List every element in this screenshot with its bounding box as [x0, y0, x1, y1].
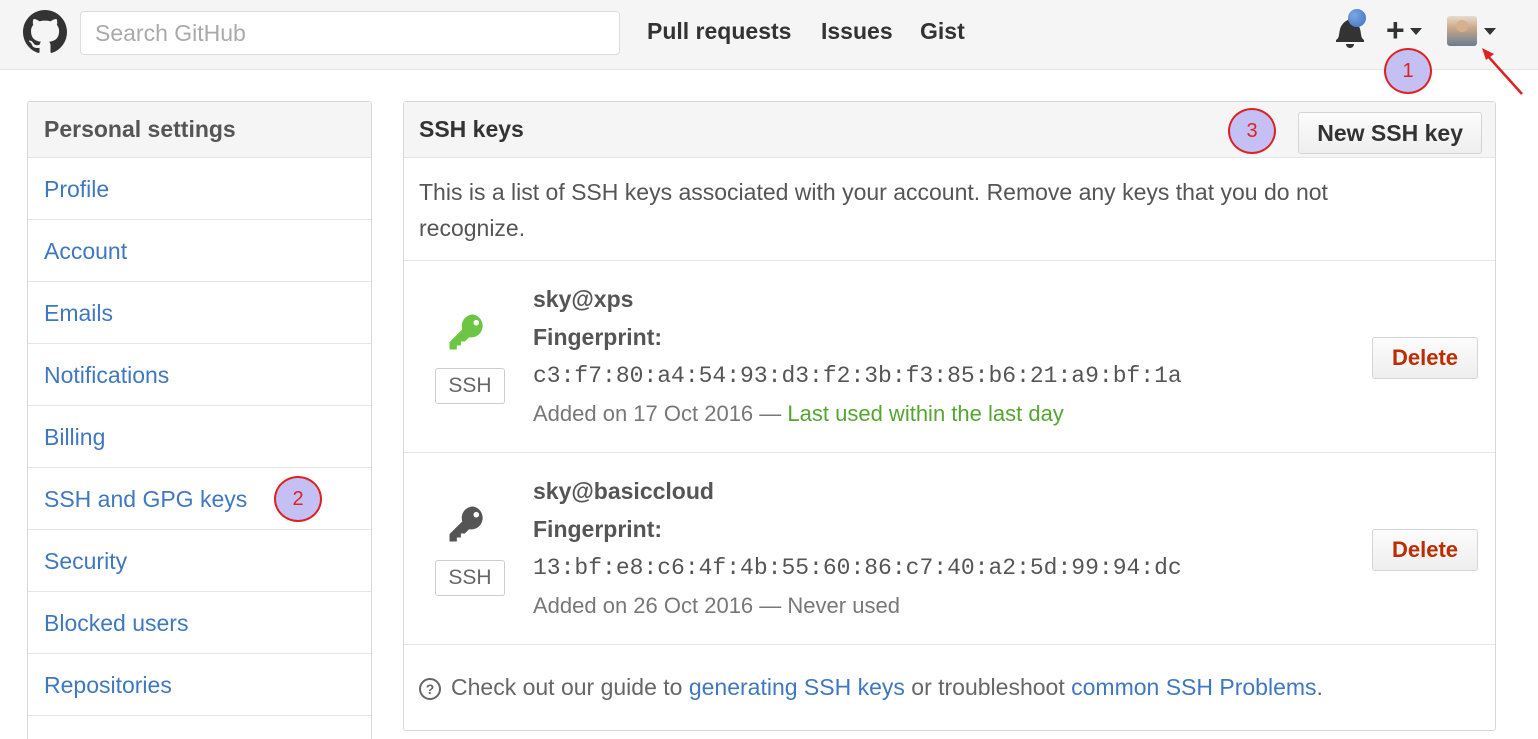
- added-date: Added on 26 Oct 2016 —: [533, 593, 782, 618]
- fingerprint-label: Fingerprint:: [533, 324, 663, 350]
- fingerprint-value: c3:f7:80:a4:54:93:d3:f2:3b:f3:85:b6:21:a…: [533, 363, 1182, 389]
- help-text: or troubleshoot: [911, 674, 1065, 700]
- sidebar-item-label: Emails: [44, 300, 114, 326]
- sidebar-item-security[interactable]: Security: [28, 530, 371, 592]
- delete-key-button[interactable]: Delete: [1372, 337, 1478, 379]
- key-meta: Added on 26 Oct 2016 — Never used: [533, 593, 900, 619]
- ssh-key-row: SSH sky@xps Fingerprint: c3:f7:80:a4:54:…: [404, 261, 1495, 451]
- annotation-callout: 3: [1228, 108, 1276, 154]
- generating-ssh-keys-link[interactable]: generating SSH keys: [689, 674, 905, 700]
- fingerprint-value: 13:bf:e8:c6:4f:4b:55:60:86:c7:40:a2:5d:9…: [533, 555, 1182, 581]
- key-title: sky@basiccloud: [533, 478, 714, 504]
- help-note: ? Check out our guide to generating SSH k…: [419, 674, 1323, 701]
- sidebar-item-label: Security: [44, 548, 128, 574]
- sidebar-item-profile[interactable]: Profile: [28, 158, 371, 220]
- annotation-arrow: [1482, 48, 1523, 95]
- chevron-down-icon[interactable]: [1410, 28, 1422, 35]
- help-text: Check out our guide to: [451, 674, 683, 700]
- avatar[interactable]: [1447, 16, 1477, 46]
- sidebar-item-label: Billing: [44, 424, 106, 450]
- sidebar-item-notifications[interactable]: Notifications: [28, 344, 371, 406]
- new-ssh-key-button[interactable]: New SSH key: [1298, 112, 1482, 154]
- question-icon: ?: [419, 677, 441, 700]
- ssh-badge: SSH: [435, 368, 505, 404]
- sidebar-item-label: Notifications: [44, 362, 170, 388]
- divider: [404, 644, 1495, 645]
- chevron-down-icon[interactable]: [1484, 28, 1496, 35]
- settings-sidebar: Personal settings Profile Account Emails…: [27, 101, 372, 739]
- nav-gist[interactable]: Gist: [920, 18, 965, 45]
- sidebar-item-blocked-users[interactable]: Blocked users: [28, 592, 371, 654]
- nav-issues[interactable]: Issues: [821, 18, 893, 45]
- key-icon: [449, 314, 483, 350]
- sidebar-item-label: Repositories: [44, 672, 172, 698]
- sidebar-item-label: SSH and GPG keys: [44, 486, 248, 512]
- annotation-callout: 2: [274, 476, 322, 522]
- sidebar-item-label: Profile: [44, 176, 110, 202]
- nav-pull-requests[interactable]: Pull requests: [647, 18, 791, 45]
- github-logo-icon[interactable]: [23, 10, 67, 54]
- search-input[interactable]: [80, 11, 620, 55]
- key-meta: Added on 17 Oct 2016 — Last used within …: [533, 401, 1064, 427]
- common-ssh-problems-link[interactable]: common SSH Problems: [1071, 674, 1316, 700]
- ssh-keys-panel: SSH keys New SSH key This is a list of S…: [403, 101, 1496, 731]
- sidebar-item-repositories[interactable]: Repositories: [28, 654, 371, 716]
- intro-text: This is a list of SSH keys associated wi…: [419, 179, 1328, 241]
- sidebar-item-label: Account: [44, 238, 128, 264]
- page-title: SSH keys: [419, 116, 524, 142]
- sidebar-title: Personal settings: [28, 102, 371, 158]
- help-text: .: [1316, 674, 1323, 700]
- panel-header: SSH keys New SSH key: [404, 102, 1495, 158]
- key-title: sky@xps: [533, 286, 634, 312]
- delete-key-button[interactable]: Delete: [1372, 529, 1478, 571]
- last-used-status: Never used: [787, 593, 900, 618]
- key-icon: [449, 506, 483, 542]
- annotation-callout: 1: [1384, 48, 1432, 94]
- sidebar-item-emails[interactable]: Emails: [28, 282, 371, 344]
- ssh-badge: SSH: [435, 560, 505, 596]
- sidebar-item-label: Blocked users: [44, 610, 189, 636]
- top-header: Pull requests Issues Gist +: [0, 0, 1538, 70]
- sidebar-item-billing[interactable]: Billing: [28, 406, 371, 468]
- ssh-key-row: SSH sky@basiccloud Fingerprint: 13:bf:e8…: [404, 453, 1495, 643]
- plus-icon[interactable]: +: [1386, 14, 1405, 46]
- notification-indicator: [1348, 9, 1366, 27]
- last-used-status: Last used within the last day: [787, 401, 1064, 426]
- sidebar-item-account[interactable]: Account: [28, 220, 371, 282]
- fingerprint-label: Fingerprint:: [533, 516, 663, 542]
- added-date: Added on 17 Oct 2016 —: [533, 401, 782, 426]
